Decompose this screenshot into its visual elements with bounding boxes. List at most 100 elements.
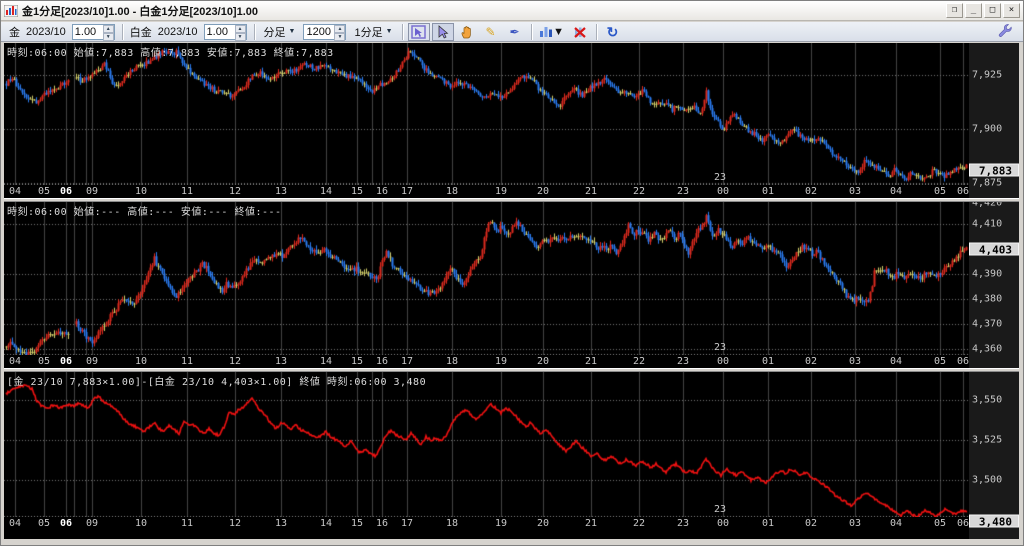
chart-type-button[interactable]: ▼ (537, 23, 567, 41)
hour-label: 16 (376, 356, 388, 367)
charts-area[interactable]: 時刻:06:00 始値:7,883 高値:7,883 安値:7,883 終値:7… (4, 43, 1019, 539)
current-price-badge-2: 3,480 (969, 515, 1019, 528)
price-axis-label: 7,925 (972, 70, 1002, 81)
title-bar[interactable]: 金1分足[2023/10]1.00 - 白金1分足[2023/10]1.00 ❐… (1, 1, 1023, 21)
date-label: 23 (714, 342, 726, 353)
hour-label: 18 (446, 356, 458, 367)
hour-label: 01 (762, 356, 774, 367)
separator (531, 24, 532, 40)
hour-label: 22 (633, 186, 645, 197)
hour-label: 14 (320, 186, 332, 197)
time-axis-row-1: 0405060910111213141516171819202122230001… (4, 355, 969, 369)
maximize-button[interactable]: □ (984, 3, 1001, 18)
chevron-down-icon: ▼ (386, 28, 393, 35)
hour-label: 19 (495, 356, 507, 367)
pen-icon: ✒ (510, 26, 520, 38)
close-button[interactable]: × (1003, 3, 1020, 18)
hour-label: 09 (86, 356, 98, 367)
spin-down-icon: ▼ (103, 33, 114, 41)
interval-type-dropdown[interactable]: 分足 ▼ (261, 24, 299, 40)
hour-label: 13 (275, 518, 287, 529)
gold-label: 金 (9, 24, 20, 40)
restore-button[interactable]: ❐ (946, 3, 963, 18)
window-title: 金1分足[2023/10]1.00 - 白金1分足[2023/10]1.00 (22, 3, 944, 19)
hour-label: 13 (275, 186, 287, 197)
settings-button[interactable] (998, 23, 1012, 40)
hour-label: 10 (135, 356, 147, 367)
hour-label: 03 (849, 356, 861, 367)
wrench-icon (998, 23, 1012, 37)
chart-select-tool-button[interactable] (408, 23, 430, 41)
hour-label: 04 (890, 356, 902, 367)
hour-label: 15 (351, 356, 363, 367)
hour-label: 06 (957, 186, 969, 197)
hour-label: 04 (890, 518, 902, 529)
bar-count-spinner[interactable]: 1200 ▲▼ (303, 24, 346, 40)
date-label: 23 (714, 504, 726, 515)
platinum-contract-label: 2023/10 (158, 26, 198, 38)
hour-label: 03 (849, 518, 861, 529)
separator (596, 24, 597, 40)
hour-label: 16 (376, 186, 388, 197)
hour-label: 21 (585, 186, 597, 197)
chart-info-line-2: [金 23/10 7,883×1.00]-[白金 23/10 4,403×1.0… (7, 373, 426, 388)
hour-label: 04 (9, 186, 21, 197)
platinum-label: 白金 (130, 24, 152, 40)
current-price-badge-0: 7,883 (969, 164, 1019, 177)
chevron-down-icon: ▼ (553, 26, 564, 38)
chart-info-line-1: 時刻:06:00 始値:--- 高値:--- 安値:--- 終値:--- (7, 203, 282, 218)
hour-label: 16 (376, 518, 388, 529)
pan-tool-button[interactable] (456, 23, 478, 41)
hour-label: 20 (537, 356, 549, 367)
price-axis-label: 4,410 (972, 219, 1002, 230)
hour-label: 21 (585, 518, 597, 529)
hour-label: 06 (957, 356, 969, 367)
hour-label: 02 (805, 356, 817, 367)
interval-value-dropdown[interactable]: 1分足 ▼ (351, 24, 395, 40)
price-axis-label: 4,360 (972, 344, 1002, 355)
hour-label: 12 (229, 518, 241, 529)
hour-label: 17 (401, 356, 413, 367)
gold-multiplier-spinner[interactable]: 1.00 ▲▼ (72, 24, 115, 40)
panel-splitter-0[interactable] (4, 198, 1019, 202)
minimize-button[interactable]: _ (965, 3, 982, 18)
separator (254, 24, 255, 40)
hour-label: 20 (537, 518, 549, 529)
chart-plot-0[interactable] (4, 43, 969, 185)
price-axis-label: 3,550 (972, 395, 1002, 406)
chart-plot-1[interactable] (4, 202, 969, 355)
delete-chart-button[interactable] (569, 23, 591, 41)
pen-tool-button[interactable]: ✒ (504, 23, 526, 41)
date-label: 23 (714, 172, 726, 183)
chart-select-icon (411, 25, 426, 39)
hour-label: 02 (805, 518, 817, 529)
hour-label: 04 (890, 186, 902, 197)
hour-label: 18 (446, 186, 458, 197)
chart-plot-2[interactable] (4, 372, 969, 517)
pencil-icon: ✎ (486, 26, 496, 38)
hour-label: 23 (677, 518, 689, 529)
cursor-tool-button[interactable] (432, 23, 454, 41)
platinum-multiplier-spinner[interactable]: 1.00 ▲▼ (204, 24, 247, 40)
panel-splitter-1[interactable] (4, 368, 1019, 372)
hour-label: 04 (9, 356, 21, 367)
hour-label: 04 (9, 518, 21, 529)
spin-down-icon: ▼ (235, 33, 246, 41)
hour-label: 05 (934, 186, 946, 197)
spin-down-icon: ▼ (334, 33, 345, 41)
hour-label: 06 (60, 186, 72, 197)
bar-chart-icon (539, 25, 553, 38)
toolbar: 金 2023/10 1.00 ▲▼ 白金 2023/10 1.00 ▲▼ 分足 … (1, 22, 1023, 42)
hour-label: 09 (86, 518, 98, 529)
hour-label: 09 (86, 186, 98, 197)
refresh-button[interactable]: ↻ (602, 23, 624, 41)
hour-label: 14 (320, 518, 332, 529)
current-price-badge-1: 4,403 (969, 243, 1019, 256)
hour-label: 00 (717, 356, 729, 367)
hour-label: 00 (717, 186, 729, 197)
draw-line-tool-button[interactable]: ✎ (480, 23, 502, 41)
hour-label: 11 (181, 186, 193, 197)
hour-label: 20 (537, 186, 549, 197)
hour-label: 15 (351, 518, 363, 529)
gold-contract-label: 2023/10 (26, 26, 66, 38)
